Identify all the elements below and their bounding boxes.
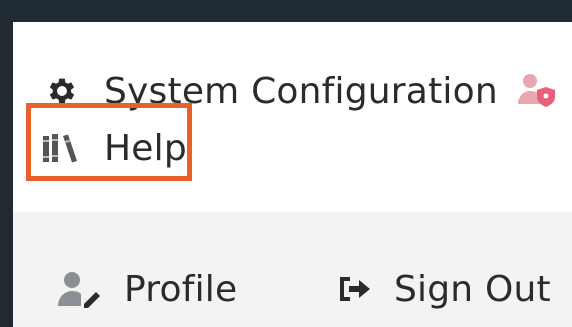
user-edit-icon — [56, 268, 104, 310]
user-shield-icon[interactable] — [516, 70, 560, 110]
sign-out-icon — [334, 268, 376, 310]
profile-link[interactable]: Profile — [56, 266, 237, 312]
profile-label: Profile — [124, 268, 238, 310]
window-top-border — [0, 0, 572, 22]
sign-out-link[interactable]: Sign Out — [334, 266, 551, 312]
menu-screenshot: System Configuration Help Profile Sign O… — [0, 0, 572, 327]
help-highlight-box — [26, 103, 192, 181]
sign-out-label: Sign Out — [394, 268, 551, 310]
window-left-border — [0, 0, 13, 327]
